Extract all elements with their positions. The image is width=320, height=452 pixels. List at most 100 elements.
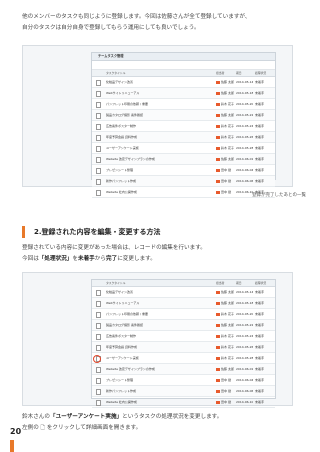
table-row[interactable]: Website 改定デザインプランの作成 佐藤 太郎 2014-06-01 未着手 xyxy=(92,364,275,375)
cell-assignee: 佐藤 太郎 xyxy=(216,77,234,87)
detail-open-icon[interactable] xyxy=(96,367,101,373)
detail-open-icon[interactable] xyxy=(96,157,101,163)
cell-assignee: 鈴木 花子 xyxy=(216,342,234,352)
cell-assignee: 佐藤 太郎 xyxy=(216,298,234,308)
table-row[interactable]: プレゼンシート整理 田中 健 2014-06-04 未着手 xyxy=(92,375,275,386)
col-title: タスクタイトル xyxy=(106,71,126,75)
cell-title: 製品カタログ撮影 案件確認 xyxy=(106,323,143,327)
cell-title: ユーザーアンケート実施 xyxy=(106,356,139,360)
cell-title: 広告案件ポスター制作 xyxy=(106,124,137,128)
user-icon xyxy=(216,113,220,117)
cell-date: 2014-05-28 xyxy=(236,356,254,360)
table-row[interactable]: 化粧品デザイン改善 佐藤 太郎 2014-05-14 未着手 xyxy=(92,77,275,88)
table-row[interactable]: Website 社内公開作成 田中 健 2014-06-10 未着手 xyxy=(92,397,275,408)
cell-assignee: 佐藤 太郎 xyxy=(216,287,234,297)
table-row[interactable]: ユーザーアンケート実施 鈴木 花子 2014-05-28 未着手 xyxy=(92,353,275,364)
table-row[interactable]: Webサイトリニューアル 佐藤 太郎 2014-05-18 未着手 xyxy=(92,88,275,99)
cell-assignee: 佐藤 太郎 xyxy=(216,364,234,374)
detail-open-icon[interactable] xyxy=(96,113,101,119)
col-date: 期日 xyxy=(236,71,242,75)
user-icon xyxy=(216,146,220,150)
col-status: 処理状況 xyxy=(255,71,267,75)
outro-line-1: 鈴木さんの「ユーザーアンケート実施」というタスクの処理状況を変更します。 xyxy=(22,414,223,420)
table-row[interactable]: プレゼンシート整理 田中 健 2014-06-04 未着手 xyxy=(92,165,275,176)
cell-assignee: 田中 健 xyxy=(216,176,231,186)
user-icon xyxy=(216,168,220,172)
cell-assignee: 田中 健 xyxy=(216,375,231,385)
detail-open-icon[interactable] xyxy=(96,400,101,406)
detail-open-icon[interactable] xyxy=(96,135,101,141)
table-row[interactable]: 製品カタログ撮影 案件確認 佐藤 太郎 2014-05-22 未着手 xyxy=(92,320,275,331)
user-icon xyxy=(216,389,220,393)
user-icon xyxy=(216,334,220,338)
cell-date: 2014-05-22 xyxy=(236,323,254,327)
detail-open-icon[interactable] xyxy=(96,91,101,97)
detail-open-icon[interactable] xyxy=(96,378,101,384)
detail-open-icon[interactable] xyxy=(96,124,101,130)
table-row[interactable]: 新作パンフレット作成 田中 健 2014-06-06 未着手 xyxy=(92,176,275,187)
cell-assignee: 佐藤 太郎 xyxy=(216,88,234,98)
detail-open-icon[interactable] xyxy=(96,168,101,174)
table-row[interactable]: 年度予算会議 資料作成 鈴木 花子 2014-05-26 未着手 xyxy=(92,132,275,143)
col-title: タスクタイトル xyxy=(106,281,126,285)
table-row[interactable]: Webサイトリニューアル 佐藤 太郎 2014-05-18 未着手 xyxy=(92,298,275,309)
detail-open-icon[interactable] xyxy=(96,334,101,340)
detail-open-icon[interactable] xyxy=(96,389,101,395)
table-row[interactable]: 新作パンフレット作成 田中 健 2014-06-06 未着手 xyxy=(92,386,275,397)
cell-title: Website 改定デザインプランの作成 xyxy=(106,367,155,371)
cell-date: 2014-05-24 xyxy=(236,124,254,128)
col-assignee: 担当者 xyxy=(216,281,225,285)
screenshot-caption: 登録が完了したあとの一覧 xyxy=(252,193,306,198)
heading-accent-bar xyxy=(22,226,25,238)
user-icon xyxy=(216,179,220,183)
user-icon xyxy=(216,312,220,316)
cell-date: 2014-06-06 xyxy=(236,179,254,183)
cell-assignee: 田中 健 xyxy=(216,165,231,175)
cell-date: 2014-05-18 xyxy=(236,91,254,95)
cell-status: 未着手 xyxy=(255,323,265,327)
page-accent-bar xyxy=(10,440,14,452)
detail-open-icon[interactable] xyxy=(96,179,101,185)
table-row[interactable]: ユーザーアンケート実施 鈴木 花子 2014-05-28 未着手 xyxy=(92,143,275,154)
cell-date: 2014-05-14 xyxy=(236,290,254,294)
cell-status: 未着手 xyxy=(255,179,265,183)
user-icon xyxy=(216,157,220,161)
table-row[interactable]: 広告案件ポスター制作 鈴木 花子 2014-05-24 未着手 xyxy=(92,331,275,342)
table-row[interactable]: パンフレット印刷の依頼 / 重要 鈴木 花子 2014-05-20 未着手 xyxy=(92,99,275,110)
cell-date: 2014-05-28 xyxy=(236,146,254,150)
detail-open-icon[interactable] xyxy=(96,290,101,296)
cell-title: 化粧品デザイン改善 xyxy=(106,290,134,294)
table-row[interactable]: 広告案件ポスター制作 鈴木 花子 2014-05-24 未着手 xyxy=(92,121,275,132)
cell-date: 2014-05-18 xyxy=(236,301,254,305)
table-row[interactable]: Website 改定デザインプランの作成 佐藤 太郎 2014-06-01 未着手 xyxy=(92,154,275,165)
detail-open-icon[interactable] xyxy=(96,80,101,86)
cell-assignee: 鈴木 花子 xyxy=(216,331,234,341)
user-icon xyxy=(216,345,220,349)
cell-date: 2014-05-26 xyxy=(236,345,254,349)
detail-open-icon[interactable] xyxy=(96,301,101,307)
table-row[interactable]: 年度予算会議 資料作成 鈴木 花子 2014-05-26 未着手 xyxy=(92,342,275,353)
cell-assignee: 田中 健 xyxy=(216,386,231,396)
cell-status: 未着手 xyxy=(255,400,265,404)
table-row[interactable]: 製品カタログ撮影 案件確認 佐藤 太郎 2014-05-22 未着手 xyxy=(92,110,275,121)
detail-open-icon[interactable] xyxy=(96,102,101,108)
table-row[interactable]: 化粧品デザイン改善 佐藤 太郎 2014-05-14 未着手 xyxy=(92,287,275,298)
detail-open-icon[interactable] xyxy=(96,323,101,329)
user-icon xyxy=(216,135,220,139)
cell-status: 未着手 xyxy=(255,356,265,360)
detail-open-icon[interactable] xyxy=(96,345,101,351)
detail-open-icon[interactable] xyxy=(96,146,101,152)
detail-open-icon[interactable] xyxy=(96,190,101,196)
cell-status: 未着手 xyxy=(255,290,265,294)
user-icon xyxy=(216,80,220,84)
col-status: 処理状況 xyxy=(255,281,267,285)
user-icon xyxy=(216,400,220,404)
cell-status: 未着手 xyxy=(255,301,265,305)
table-row[interactable]: パンフレット印刷の依頼 / 重要 鈴木 花子 2014-05-20 未着手 xyxy=(92,309,275,320)
table-row[interactable]: Website 社内公開作成 田中 健 2014-06-10 未着手 xyxy=(92,187,275,198)
section-line-2: 今回は「処理状況」を未着手から完了に変更します。 xyxy=(22,256,156,262)
user-icon xyxy=(216,124,220,128)
cell-date: 2014-06-10 xyxy=(236,190,254,194)
detail-open-icon[interactable] xyxy=(96,312,101,318)
cell-title: 新作パンフレット作成 xyxy=(106,389,137,393)
